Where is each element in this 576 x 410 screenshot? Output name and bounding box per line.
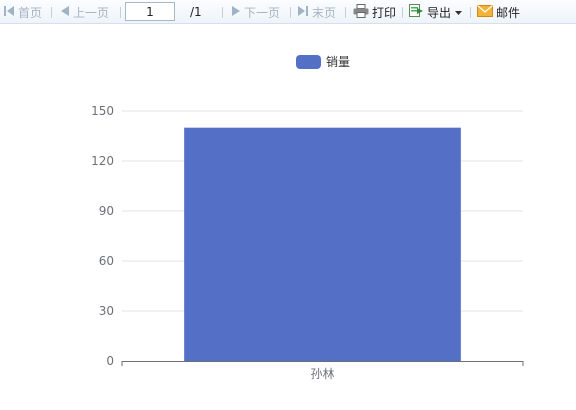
x-tick-label: 孙林	[310, 367, 334, 381]
y-tick-label: 150	[91, 104, 114, 118]
y-tick-label: 0	[106, 354, 114, 368]
bar[interactable]	[184, 127, 461, 362]
y-tick-label: 90	[99, 204, 114, 218]
bars	[184, 127, 461, 362]
legend-label: 销量	[326, 55, 350, 69]
legend-swatch	[296, 55, 321, 69]
y-tick-label: 60	[99, 254, 114, 268]
sales-bar-chart: 销量 0 30 60 90 120 150 孙林	[91, 55, 524, 381]
y-tick-label: 30	[99, 304, 114, 318]
chart-legend[interactable]: 销量	[296, 55, 350, 69]
x-axis: 孙林	[121, 361, 524, 381]
y-axis: 0 30 60 90 120 150	[91, 104, 114, 368]
y-tick-label: 120	[91, 154, 114, 168]
